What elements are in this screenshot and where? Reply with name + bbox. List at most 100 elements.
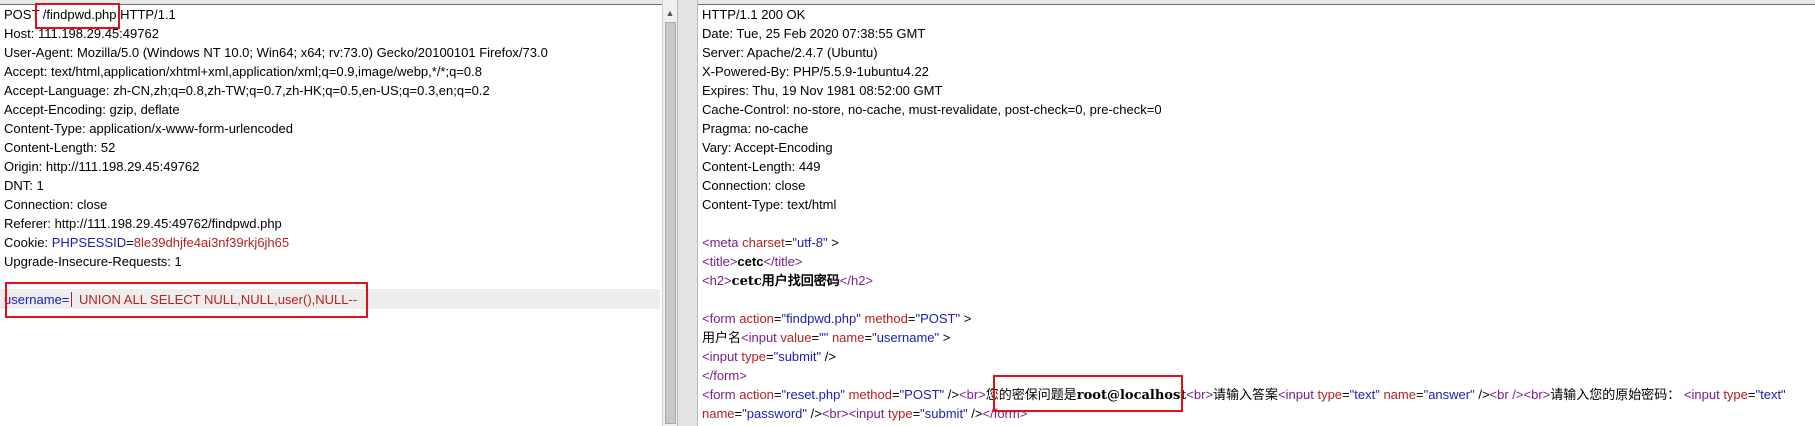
request-header-accept: Accept: text/html,application/xhtml+xml,… [4, 64, 482, 79]
attr-name: name [831, 330, 865, 345]
request-header-content-length: Content-Length: 52 [4, 140, 116, 155]
tag-form-open: <form [702, 387, 740, 402]
tag-meta-close: > [827, 235, 839, 250]
tag-form-end: </form> [702, 368, 747, 383]
response-header-pragma: Pragma: no-cache [702, 121, 809, 136]
request-header-cookie: Cookie: PHPSESSID=8le39dhjfe4ai3nf39rkj6… [4, 233, 289, 252]
response-header-content-length: Content-Length: 449 [702, 159, 821, 174]
tag-input-open: <input [1278, 387, 1318, 402]
tag-input-open: <input [702, 349, 742, 364]
request-header-content-type: Content-Type: application/x-www-form-url… [4, 121, 294, 136]
attr-action: action [739, 387, 774, 402]
request-header-origin: Origin: http://111.198.29.45:49762 [4, 159, 200, 174]
request-header-accept-language: Accept-Language: zh-CN,zh;q=0.8,zh-TW;q=… [4, 83, 490, 98]
attr-type: type [741, 349, 766, 364]
attr-method-value: "POST" [899, 387, 945, 402]
html-title-line: <title>cetc</title> [702, 252, 802, 271]
tag-input-open: <input [741, 330, 781, 345]
attr-type: type [1723, 387, 1748, 402]
attr-type: type [1317, 387, 1343, 402]
tag-input-close: > [939, 330, 951, 345]
attr-method-value: "POST" [915, 311, 961, 326]
annotation-box-payload [5, 282, 368, 318]
tag-br: <br> [821, 406, 849, 421]
request-header-connection: Connection: close [4, 197, 108, 212]
attr-action: action [739, 311, 774, 326]
html-meta-line: <meta charset="utf-8" > [702, 233, 839, 252]
tag-form-close: > [960, 311, 972, 326]
attr-charset: charset [742, 235, 785, 250]
attr-name-value: "password" [742, 406, 807, 421]
cookie-equals: = [126, 235, 134, 250]
cookie-name: PHPSESSID [51, 235, 127, 250]
scrollbar-thumb[interactable] [665, 22, 676, 424]
tag-input-open: <input [1683, 387, 1724, 402]
attr-type-value: "text" [1755, 387, 1786, 402]
html-input2-line: <input type="submit" /> [702, 349, 836, 364]
response-header-content-type: Content-Type: text/html [702, 197, 837, 212]
request-header-referer: Referer: http://111.198.29.45:49762/find… [4, 216, 282, 231]
tag-input-open: <input [848, 406, 888, 421]
attr-method: method [864, 311, 908, 326]
request-header-upgrade-insecure: Upgrade-Insecure-Requests: 1 [4, 254, 182, 269]
tag-br: <br> [1523, 387, 1551, 402]
title-text: cetc [737, 254, 764, 269]
response-viewer[interactable]: HTTP/1.1 200 OK Date: Tue, 25 Feb 2020 0… [698, 0, 1815, 426]
tag-br: <br> [1186, 387, 1214, 402]
attr-name: name [1383, 387, 1416, 402]
username-label: 用户名 [702, 331, 742, 346]
tag-h2-close: </h2> [839, 273, 874, 288]
response-header-server: Server: Apache/2.4.7 (Ubuntu) [702, 45, 878, 60]
attr-type: type [887, 406, 913, 421]
cookie-label: Cookie: [4, 235, 52, 250]
attr-type-value: "submit" [920, 406, 968, 421]
tag-input-close: /> [1474, 387, 1490, 402]
html-form1-line: <form action="findpwd.php" method="POST"… [702, 311, 972, 326]
request-scrollbar[interactable]: ▲ [662, 0, 677, 426]
request-protocol: HTTP/1.1 [120, 7, 176, 22]
request-editor[interactable]: POST /findpwd.php HTTP/1.1 Host: 111.198… [0, 0, 662, 426]
tag-input-close: /> [821, 349, 836, 364]
response-header-cache-control: Cache-Control: no-store, no-cache, must-… [702, 102, 1162, 117]
pane-splitter[interactable] [677, 0, 698, 426]
attr-name: name [702, 406, 735, 421]
html-form2-line: <form action="reset.php" method="POST" /… [702, 387, 1786, 403]
response-status-line: HTTP/1.1 200 OK [702, 7, 806, 22]
html-input1-line: 用户名<input value="" name="username" > [702, 330, 951, 346]
tag-br: <br /> [1489, 387, 1524, 402]
attr-name-value: "answer" [1423, 387, 1475, 402]
request-header-user-agent: User-Agent: Mozilla/5.0 (Windows NT 10.0… [4, 45, 548, 60]
annotation-box-leak [993, 375, 1183, 412]
response-header-vary: Vary: Accept-Encoding [702, 140, 833, 155]
tag-br: <br> [959, 387, 986, 402]
attr-name-value: "username" [872, 330, 940, 345]
tag-title-open: <title> [702, 254, 738, 269]
attr-action-value: "findpwd.php" [781, 311, 861, 326]
attr-charset-value: "utf-8" [792, 235, 828, 250]
request-header-dnt: DNT: 1 [4, 178, 44, 193]
annotation-box-path [35, 3, 120, 29]
attr-method: method [848, 387, 892, 402]
tag-meta-open: <meta [702, 235, 743, 250]
attr-type-value: "submit" [773, 349, 822, 364]
tag-input-close: /> [967, 406, 983, 421]
tag-input-close: /> [807, 406, 822, 421]
response-header-x-powered-by: X-Powered-By: PHP/5.5.9-1ubuntu4.22 [702, 64, 929, 79]
scroll-up-arrow-icon[interactable]: ▲ [663, 6, 677, 20]
attr-value: value [780, 330, 812, 345]
request-method: POST [4, 7, 40, 22]
original-password-prompt: 请输入您的原始密码： [1550, 388, 1681, 403]
answer-prompt: 请输入答案 [1213, 388, 1279, 403]
attr-value-value: "" [819, 330, 829, 345]
html-form1-end-line: </form> [702, 366, 747, 385]
html-h2-line: <h2>cetc用户找回密码</h2> [702, 271, 873, 290]
tag-title-close: </title> [763, 254, 803, 269]
tag-form-open: <form [702, 311, 740, 326]
html-form2-cont-line: name="password" /><br><input type="submi… [702, 406, 1028, 421]
tag-form-close: /> [944, 387, 959, 402]
cookie-value: 8le39dhjfe4ai3nf39rkj6jh65 [133, 235, 290, 250]
response-pane-top-border [698, 0, 1815, 5]
request-header-accept-encoding: Accept-Encoding: gzip, deflate [4, 102, 180, 117]
tag-h2-open: <h2> [702, 273, 732, 288]
response-header-date: Date: Tue, 25 Feb 2020 07:38:55 GMT [702, 26, 926, 41]
